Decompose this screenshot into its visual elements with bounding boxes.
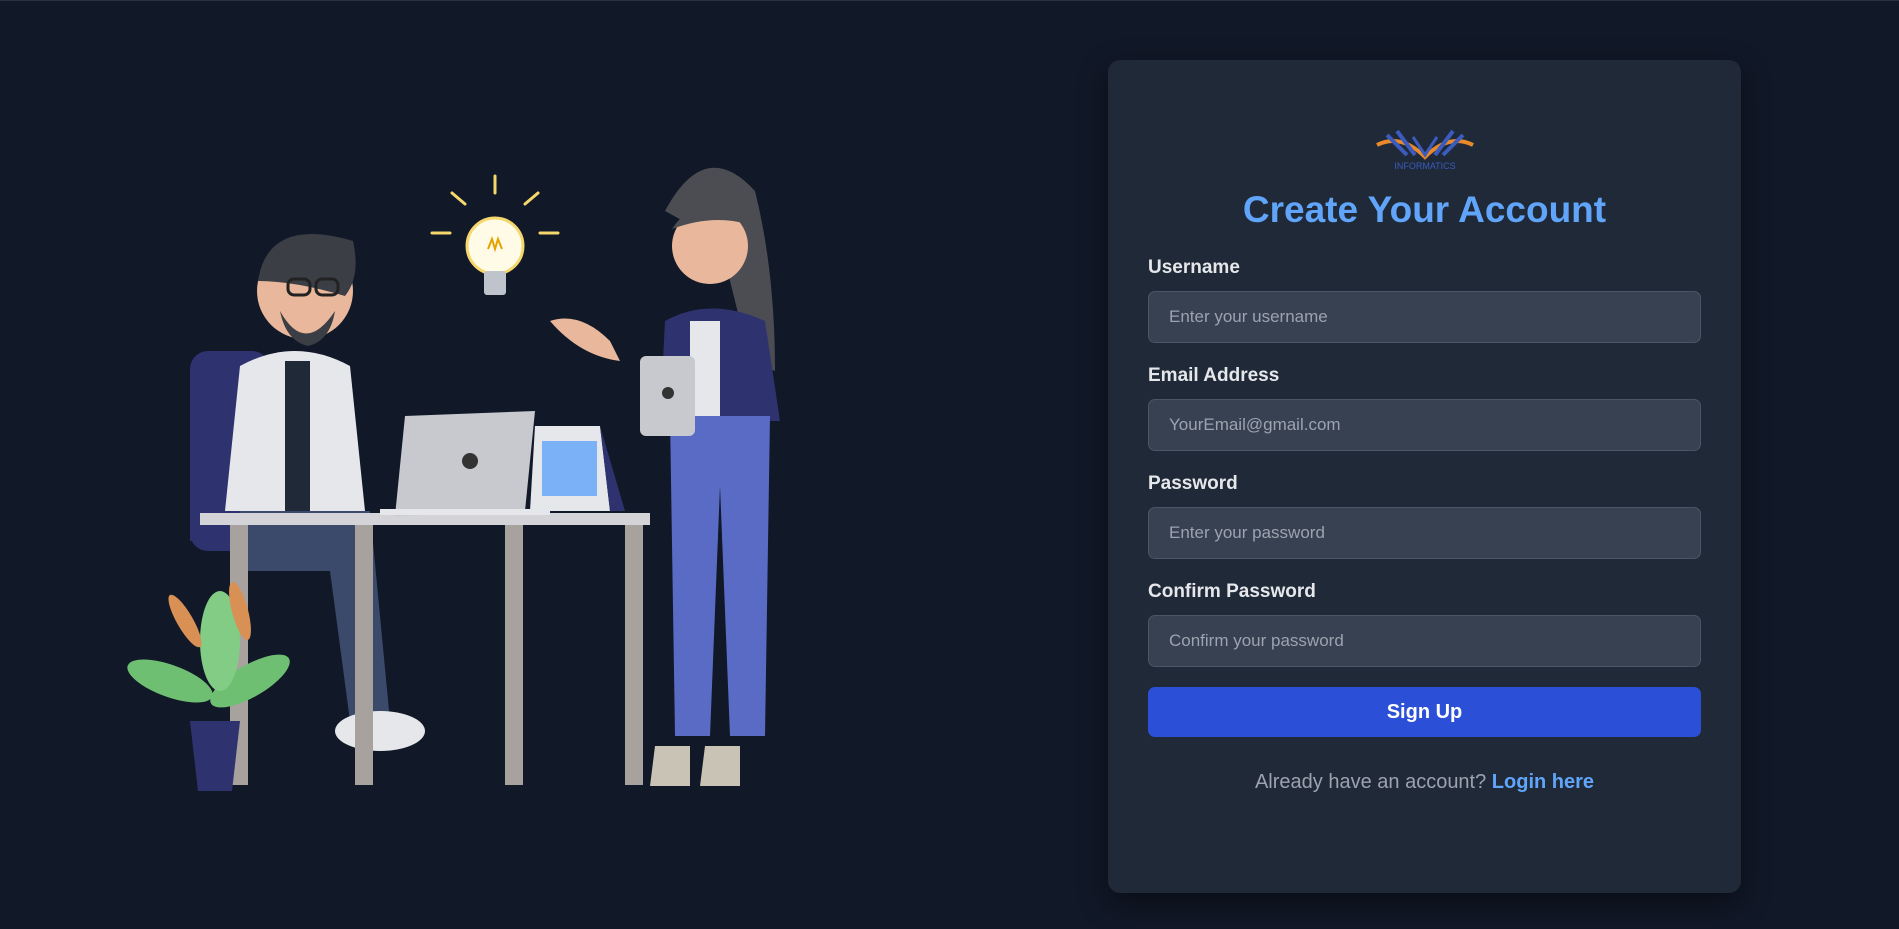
lightbulb-icon <box>430 174 560 295</box>
calendar-icon <box>530 426 625 511</box>
plant-icon <box>127 581 290 791</box>
password-label: Password <box>1148 473 1238 494</box>
open-book-logo-icon: INFORMATICS <box>1375 129 1474 171</box>
page-title: Create Your Account <box>1242 189 1607 230</box>
confirm-password-field-group: Confirm Password <box>1148 581 1701 667</box>
sign-up-button[interactable]: Sign Up <box>1148 687 1701 737</box>
email-label: Email Address <box>1148 365 1280 386</box>
email-field-group: Email Address <box>1148 365 1701 451</box>
confirm-password-label: Confirm Password <box>1148 581 1316 602</box>
office-illustration <box>80 121 880 821</box>
login-prompt-text: Already have an account? <box>1254 771 1492 793</box>
username-label: Username <box>1148 257 1240 278</box>
confirm-password-input[interactable] <box>1148 615 1701 667</box>
login-prompt: Already have an account? Login here <box>1148 771 1701 794</box>
password-input[interactable] <box>1148 507 1701 559</box>
signup-card: INFORMATICS Create Your Account Username… <box>1108 60 1741 893</box>
laptop-icon <box>380 411 550 516</box>
signup-page: INFORMATICS Create Your Account Username… <box>0 0 1899 929</box>
username-input[interactable] <box>1148 291 1701 343</box>
email-input[interactable] <box>1148 399 1701 451</box>
username-field-group: Username <box>1148 257 1701 343</box>
login-link[interactable]: Login here <box>1492 771 1594 793</box>
password-field-group: Password <box>1148 473 1701 559</box>
logo-text: INFORMATICS <box>1394 161 1455 171</box>
